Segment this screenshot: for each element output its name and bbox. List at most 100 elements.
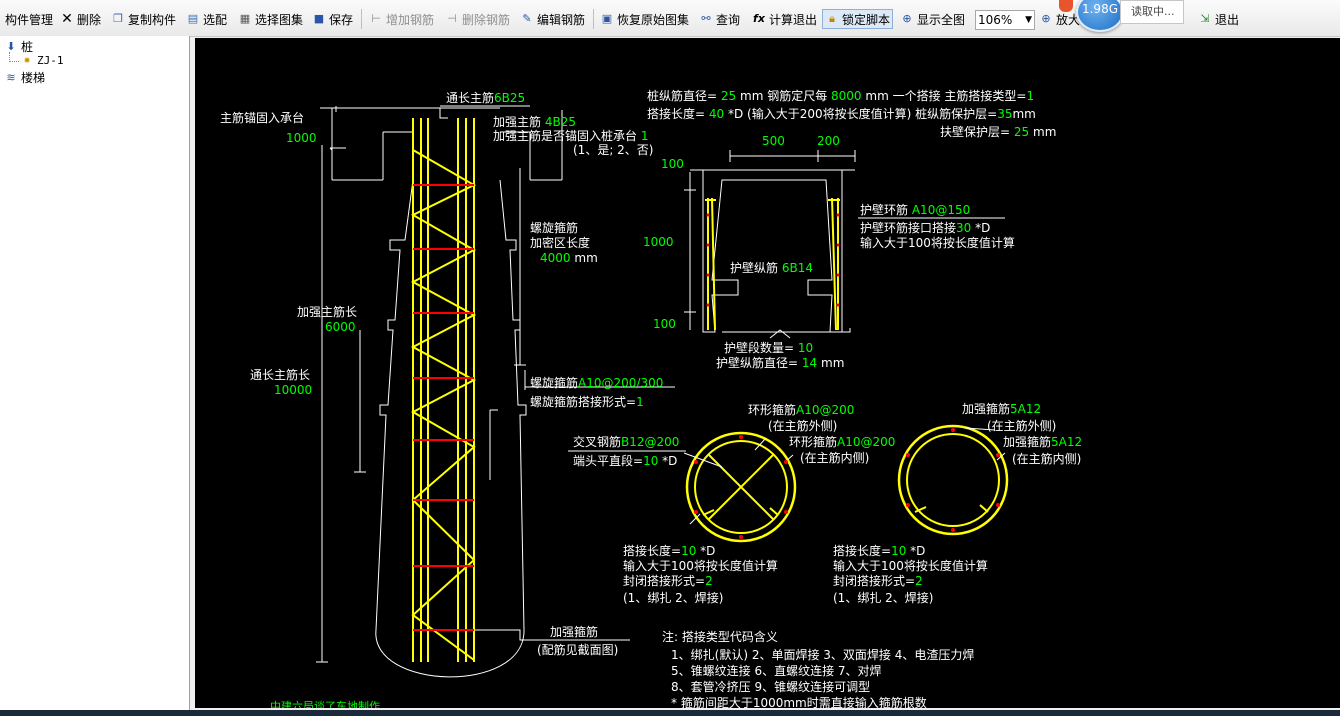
toolbar-separator [593,9,594,29]
svg-text:搭接长度=10 *D: 搭接长度=10 *D [833,543,925,558]
anchor-label: 主筋锚固入承台 [220,110,304,125]
circle1-inner-value[interactable]: A10@200 [837,435,895,449]
circle2-inner-label: 加强箍筋 [1003,434,1051,449]
wall-dim-height[interactable]: 1000 [643,235,674,249]
svg-text:螺旋箍筋搭接形式=1: 螺旋箍筋搭接形式=1 [530,394,644,409]
svg-text:桩纵筋直径= 25 mm 钢筋定尺每 8000 mm 一个: 桩纵筋直径= 25 mm 钢筋定尺每 8000 mm 一个搭接 主筋搭接类型=1 [647,88,1034,103]
copy-component-button[interactable]: ❐ 复制构件 [111,10,176,28]
drawing-canvas[interactable]: 桩纵筋直径= 25 mm 钢筋定尺每 8000 mm 一个搭接 主筋搭接类型=1… [195,38,1340,713]
svg-text:封闭搭接形式=2: 封闭搭接形式=2 [623,573,713,588]
reinf-stirrup-note: (配筋见截面图) [537,642,618,657]
svg-text:搭接长度=10 *D: 搭接长度=10 *D [623,543,715,558]
select-atlas-button[interactable]: ▦ 选择图集 [238,10,303,28]
circle1-cross-label: 交叉钢筋 [573,434,621,449]
circle2-close-options: (1、绑扎 2、焊接) [833,590,933,605]
wall-dim-thick[interactable]: 200 [817,134,840,148]
svg-text:护壁环筋 A10@150: 护壁环筋 A10@150 [860,202,970,217]
zoom-select[interactable]: 106% ▼ [975,10,1035,30]
reinf-anchor-value[interactable]: 1 [641,129,649,143]
spiral-dense-value[interactable]: 4000 [540,251,571,265]
circle2-inner-value[interactable]: 5A12 [1051,435,1082,449]
binoculars-icon: ⚯ [701,12,711,25]
delete-rebar-button[interactable]: ⊣ 删除钢筋 [445,10,510,28]
svg-text:通长主筋6B25: 通长主筋6B25 [446,90,525,105]
circle1-end-label: 端头平直段= [573,453,643,468]
tree-node-zj1[interactable]: ✹ ZJ-1 [20,53,64,67]
param-label: mm [1012,107,1035,121]
component-manage-button[interactable]: 构件管理 [5,10,53,28]
circle2-close-value[interactable]: 2 [915,574,923,588]
stairs-icon: ≋ [6,70,16,84]
through-len-label: 通长主筋长 [250,367,310,382]
spiral-label: 螺旋箍筋 [530,375,578,390]
param-value[interactable]: 1 [1026,89,1034,103]
svg-text:护壁段数量= 10: 护壁段数量= 10 [724,340,813,355]
svg-text:加强箍筋5A12: 加强箍筋5A12 [962,401,1041,416]
wall-hoop-joint-value[interactable]: 30 [956,221,971,235]
delete-button[interactable]: ✕ 删除 [60,10,101,28]
save-button[interactable]: ■ 保存 [312,10,353,28]
exit-button[interactable]: ⇲ 退出 [1198,10,1239,28]
restore-atlas-button[interactable]: ▣ 恢复原始图集 [600,10,689,28]
spiral-value[interactable]: A10@200/300 [578,376,663,390]
wall-section [684,150,856,339]
tree-node-stairs[interactable]: ≋ 楼梯 [4,69,45,86]
edit-rebar-button[interactable]: ✎ 编辑钢筋 [520,10,585,28]
param-value[interactable]: 25 [721,89,736,103]
param-value[interactable]: 25 [1014,125,1029,139]
circle1-cross-value[interactable]: B12@200 [621,435,679,449]
add-rebar-button[interactable]: ⊢ 增加钢筋 [369,10,434,28]
circle1-outer-label: 环形箍筋 [748,402,796,417]
circle2-outer-value[interactable]: 5A12 [1010,402,1041,416]
spiral-lap-value[interactable]: 1 [636,395,644,409]
param-value[interactable]: 8000 [831,89,862,103]
loading-popup: 读取中... [1120,0,1184,24]
param-value[interactable]: 40 [709,107,724,121]
through-main-value[interactable]: 6B25 [494,91,525,105]
wall-dim-width[interactable]: 500 [762,134,785,148]
svg-text:扶壁保护层= 25 mm: 扶壁保护层= 25 mm [940,124,1056,139]
param-label: 扶壁保护层= [940,124,1010,139]
through-len-value[interactable]: 10000 [274,383,312,397]
circle1-close-value[interactable]: 2 [705,574,713,588]
select-match-button[interactable]: ▤ 选配 [186,10,227,28]
reinf-main-value[interactable]: 4B25 [545,115,576,129]
spiral-dense-label: 加密区长度 [530,235,590,250]
anchor-value[interactable]: 1000 [286,131,317,145]
wall-long-value[interactable]: 6B14 [782,261,813,275]
wall-dim-bottom[interactable]: 100 [653,317,676,331]
wall-rebar-dots [706,213,840,307]
memory-badge[interactable]: 1.98G [1076,0,1124,32]
reinf-len-value[interactable]: 6000 [325,320,356,334]
query-button[interactable]: ⚯ 查询 [699,10,740,28]
circle1-lap-value[interactable]: 10 [681,544,696,558]
circle1-end-value[interactable]: 10 [643,454,658,468]
toolbar-separator [361,9,362,29]
calc-exit-button[interactable]: fx 计算退出 [752,10,817,28]
unit-label: mm [821,356,844,370]
unit-label: *D [910,544,925,558]
svg-text:封闭搭接形式=2: 封闭搭接形式=2 [833,573,923,588]
section-circle-2 [897,424,1009,536]
param-label: mm [1033,125,1056,139]
circle2-outer-note: (在主筋外侧) [987,418,1056,433]
wall-seg-value[interactable]: 10 [798,341,813,355]
param-label: *D (输入大于200将按长度值计算) 桩纵筋保护层= [728,106,997,121]
zoom-in-button[interactable]: ⊕ 放大 [1039,10,1080,28]
wall-long-dia-value[interactable]: 14 [802,356,817,370]
show-all-button[interactable]: ⊕ 显示全图 [900,10,965,28]
circle2-lap-value[interactable]: 10 [891,544,906,558]
lock-script-button[interactable]: 🔒︎ 锁定脚本 [822,9,894,29]
wall-long-label: 护壁纵筋 [730,260,778,275]
spiral-dense-label: 螺旋箍筋 [530,220,578,235]
param-text: 桩纵筋直径= 25 mm 钢筋定尺每 8000 mm 一个搭接 主筋搭接类型=1… [647,88,1056,139]
param-value[interactable]: 35 [997,107,1012,121]
wall-hoop-value[interactable]: A10@150 [912,203,970,217]
reinf-anchor-options: (1、是; 2、否) [573,143,654,157]
wall-hoop-joint-note: 输入大于100将按长度值计算 [860,235,1015,250]
circle1-outer-note: (在主筋外侧) [768,418,837,433]
circle1-outer-value[interactable]: A10@200 [796,403,854,417]
svg-text:端头平直段=10 *D: 端头平直段=10 *D [573,453,677,468]
wall-dim-top[interactable]: 100 [661,157,684,171]
add-rebar-icon: ⊢ [371,12,381,25]
